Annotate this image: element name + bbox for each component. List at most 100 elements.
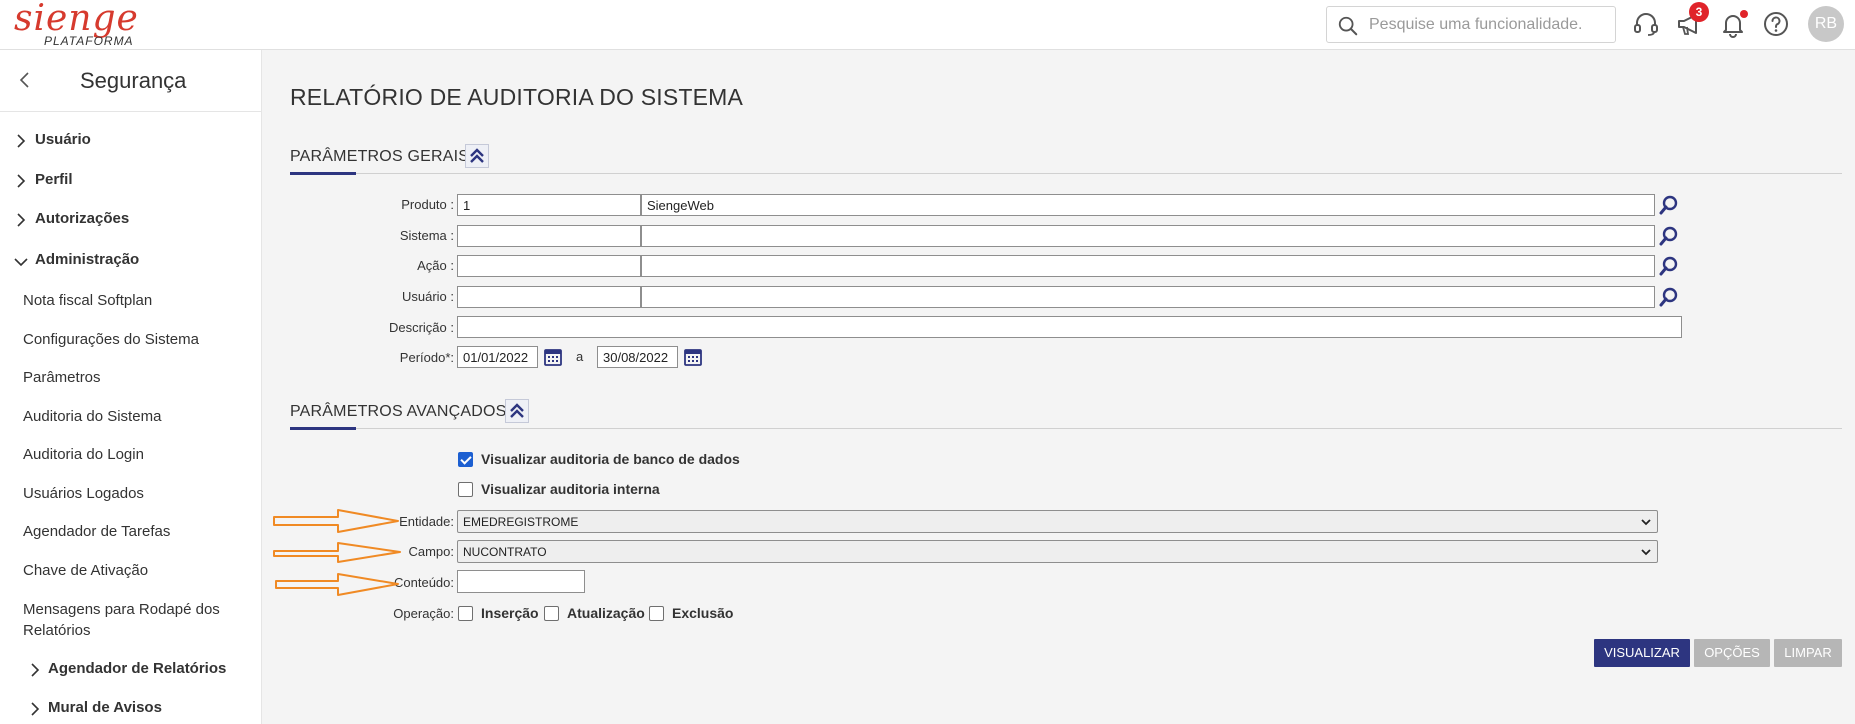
acao-code-input[interactable] (457, 255, 641, 277)
chk-exclusao-label[interactable]: Exclusão (672, 605, 733, 621)
user-avatar[interactable]: RB (1808, 6, 1844, 42)
annotation-arrow-campo-icon (273, 542, 401, 563)
chk-exclusao[interactable] (649, 606, 664, 621)
usuario-name-input[interactable] (641, 286, 1655, 308)
sidebar-item-label: Usuário (35, 131, 91, 148)
top-bar: sienge PLATAFORMA 3 RB (0, 0, 1855, 50)
sidebar-subitem-mensagens-rodape[interactable]: Mensagens para Rodapé dos Relatórios (23, 599, 238, 641)
campo-select-value: NUCONTRATO (463, 545, 547, 559)
calendar-inicio-icon[interactable] (543, 347, 563, 367)
section-divider-accent (290, 427, 356, 430)
sidebar-item-label: Autorizações (35, 210, 130, 227)
section-divider (290, 428, 1842, 429)
search-box[interactable] (1326, 6, 1616, 43)
sidebar-subitem-parametros[interactable]: Parâmetros (23, 367, 253, 388)
chevron-right-icon (31, 663, 40, 677)
sidebar-item-label: Perfil (35, 171, 73, 188)
sidebar-subitem-usuarios-logados[interactable]: Usuários Logados (23, 483, 253, 504)
chevron-right-icon (31, 702, 40, 716)
periodo-fim-input[interactable] (597, 346, 678, 368)
search-input[interactable] (1369, 11, 1609, 39)
sidebar-item-agendador-relatorios[interactable]: Agendador de Relatórios (0, 660, 262, 680)
chk-insercao[interactable] (458, 606, 473, 621)
sidebar-item-perfil[interactable]: Perfil (0, 171, 262, 191)
acao-search-icon[interactable] (1658, 255, 1680, 277)
calendar-fim-icon[interactable] (683, 347, 703, 367)
double-chevron-up-icon (510, 403, 524, 418)
periodo-label: Período*: (399, 350, 454, 365)
search-icon (1338, 16, 1358, 36)
sistema-label: Sistema : (399, 228, 454, 243)
produto-search-icon[interactable] (1658, 194, 1680, 216)
sidebar-header: Segurança (0, 50, 262, 112)
logo-subtitle: PLATAFORMA (44, 34, 134, 48)
chk-insercao-label[interactable]: Inserção (481, 605, 539, 621)
periodo-separator: a (576, 349, 584, 364)
sidebar-item-usuario[interactable]: Usuário (0, 131, 262, 151)
usuario-search-icon[interactable] (1658, 286, 1680, 308)
produto-name-input[interactable] (641, 194, 1655, 216)
sidebar-item-label: Administração (35, 251, 140, 268)
descricao-label: Descrição : (388, 320, 454, 335)
usuario-code-input[interactable] (457, 286, 641, 308)
conteudo-input[interactable] (457, 570, 585, 593)
bell-unread-dot (1740, 10, 1748, 18)
operacao-label: Operação: (393, 606, 454, 621)
descricao-input[interactable] (457, 316, 1682, 338)
headset-icon[interactable] (1632, 10, 1660, 38)
chk-auditoria-interna-label[interactable]: Visualizar auditoria interna (481, 481, 660, 497)
entidade-select-value: EMEDREGISTROME (463, 515, 579, 529)
section-divider-accent (290, 172, 356, 175)
sidebar-subitem-chave-ativacao[interactable]: Chave de Ativação (23, 560, 253, 581)
opcoes-button[interactable]: OPÇÕES (1694, 639, 1770, 667)
section-divider (290, 173, 1842, 174)
chevron-right-icon (17, 174, 26, 188)
acao-label: Ação : (417, 258, 454, 273)
produto-label: Produto : (401, 197, 454, 212)
sistema-name-input[interactable] (641, 225, 1655, 247)
limpar-button[interactable]: LIMPAR (1774, 639, 1842, 667)
section-title-gerais: PARÂMETROS GERAIS (290, 148, 470, 165)
chk-atualizacao-label[interactable]: Atualização (567, 605, 645, 621)
sidebar-item-mural-avisos[interactable]: Mural de Avisos (0, 699, 262, 719)
chevron-right-icon (17, 213, 26, 227)
help-icon[interactable] (1762, 10, 1790, 38)
periodo-inicio-input[interactable] (457, 346, 538, 368)
acao-name-input[interactable] (641, 255, 1655, 277)
double-chevron-up-icon (470, 148, 484, 163)
notification-count-badge: 3 (1689, 2, 1709, 22)
sistema-code-input[interactable] (457, 225, 641, 247)
sidebar-item-autorizacoes[interactable]: Autorizações (0, 210, 262, 230)
sidebar-item-administracao[interactable]: Administração (0, 251, 262, 271)
sidebar: Segurança Usuário Perfil Autorizações Ad… (0, 50, 262, 724)
sidebar-title: Segurança (80, 68, 187, 93)
collapse-gerais-button[interactable] (465, 144, 489, 168)
chevron-down-icon (1641, 549, 1651, 556)
sidebar-subitem-agendador-tarefas[interactable]: Agendador de Tarefas (23, 521, 253, 542)
usuario-label: Usuário : (401, 289, 454, 304)
sidebar-item-label: Agendador de Relatórios (48, 660, 227, 677)
sienge-logo[interactable]: sienge PLATAFORMA (14, 0, 138, 48)
sidebar-subitem-configuracoes[interactable]: Configurações do Sistema (23, 329, 253, 350)
back-chevron-icon[interactable] (18, 70, 32, 90)
campo-select[interactable]: NUCONTRATO (457, 540, 1658, 563)
chevron-right-icon (17, 134, 26, 148)
sidebar-subitem-nota-fiscal[interactable]: Nota fiscal Softplan (23, 290, 253, 311)
sidebar-subitem-auditoria-login[interactable]: Auditoria do Login (23, 444, 253, 465)
sidebar-subitem-auditoria-sistema[interactable]: Auditoria do Sistema (23, 406, 253, 427)
chevron-down-icon (14, 258, 28, 267)
annotation-arrow-conteudo-icon (275, 573, 399, 596)
chk-atualizacao[interactable] (544, 606, 559, 621)
chk-auditoria-banco[interactable] (458, 452, 473, 467)
chk-auditoria-interna[interactable] (458, 482, 473, 497)
sidebar-item-label: Mural de Avisos (48, 699, 162, 716)
annotation-arrow-entidade-icon (273, 509, 399, 533)
sistema-search-icon[interactable] (1658, 225, 1680, 247)
page-title: RELATÓRIO DE AUDITORIA DO SISTEMA (290, 84, 744, 110)
entidade-select[interactable]: EMEDREGISTROME (457, 510, 1658, 533)
chk-auditoria-banco-label[interactable]: Visualizar auditoria de banco de dados (481, 451, 740, 467)
visualizar-button[interactable]: VISUALIZAR (1594, 639, 1690, 667)
collapse-avancados-button[interactable] (505, 399, 529, 423)
produto-code-input[interactable] (457, 194, 641, 216)
section-title-avancados: PARÂMETROS AVANÇADOS (290, 403, 507, 420)
